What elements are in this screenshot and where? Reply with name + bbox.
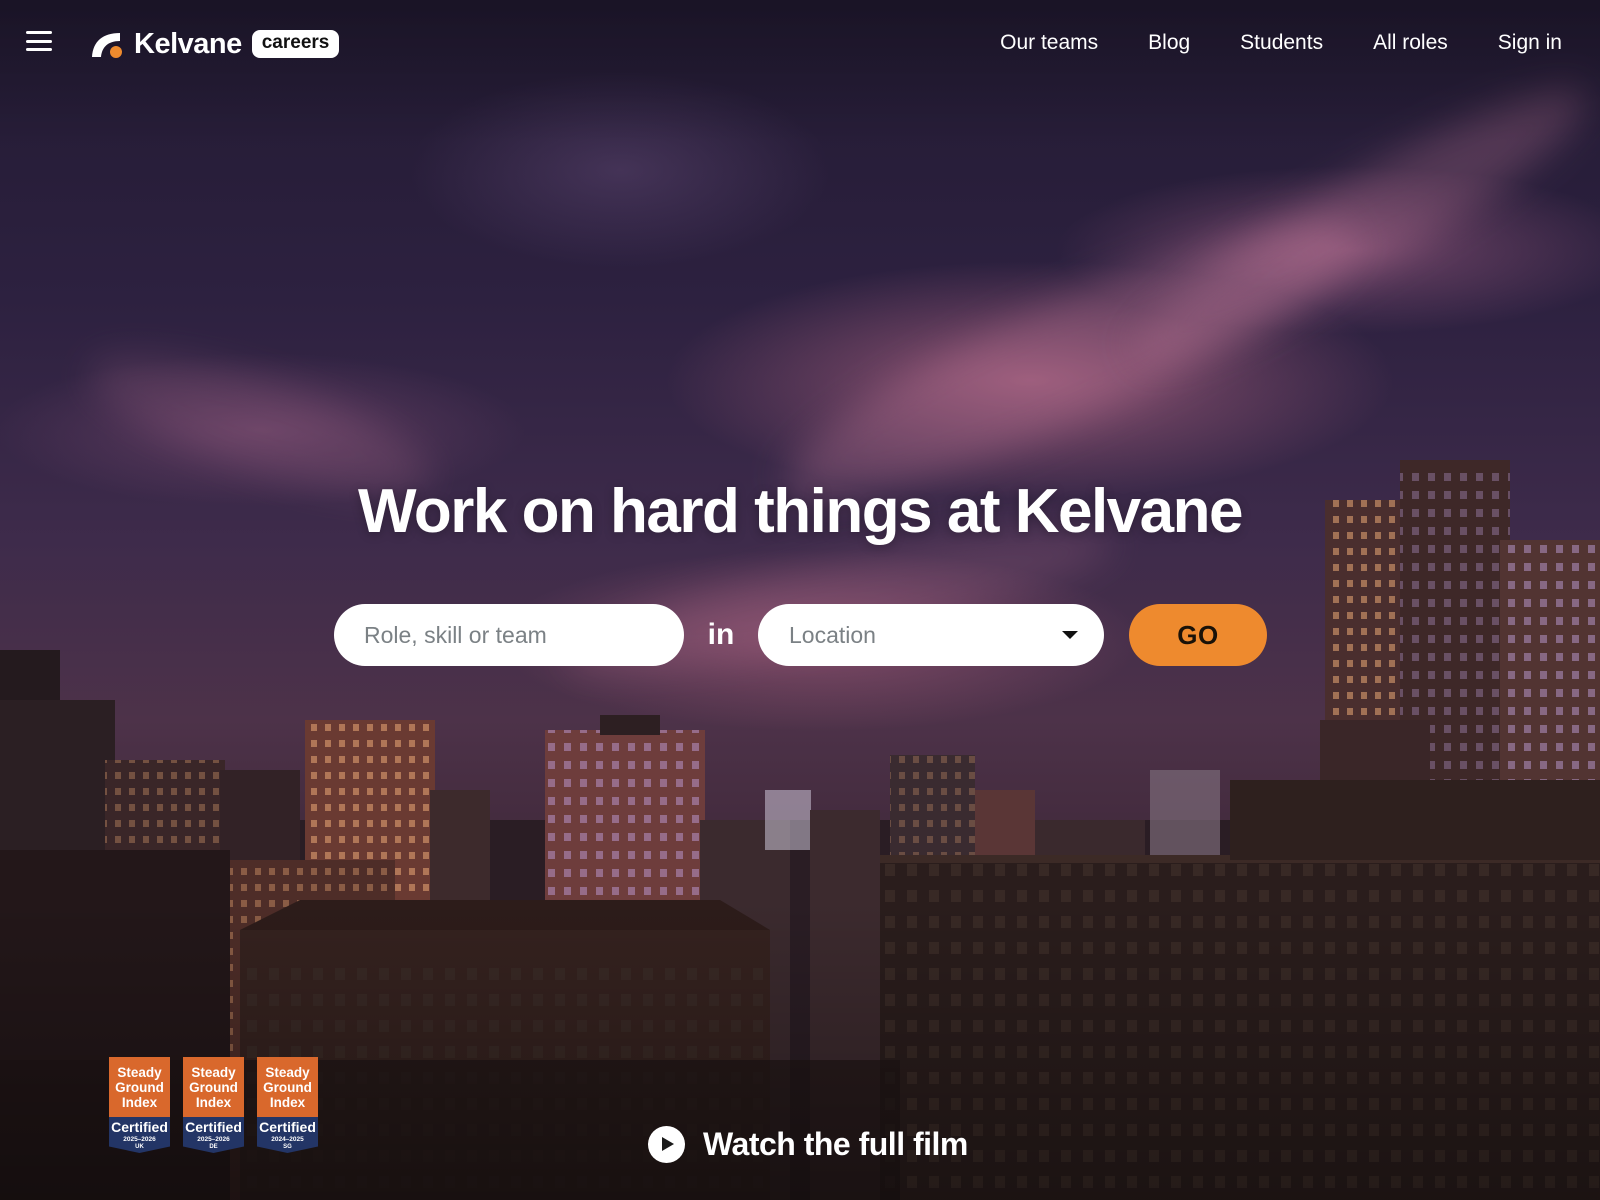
role-search-input[interactable] — [334, 604, 684, 666]
badge-line: Ground — [263, 1079, 312, 1095]
certification-badge[interactable]: Steady Ground Index Certified 2024–2025 … — [257, 1057, 318, 1153]
certification-badges: Steady Ground Index Certified 2025–2026 … — [109, 1057, 318, 1153]
certification-badge[interactable]: Steady Ground Index Certified 2025–2026 … — [183, 1057, 244, 1153]
badge-cert: Certified — [185, 1119, 242, 1135]
badge-line: Index — [195, 1094, 232, 1110]
badge-ribbon: Certified 2024–2025 SG — [257, 1117, 318, 1153]
badge-region: DE — [209, 1144, 218, 1150]
badge-title: Steady Ground Index — [257, 1057, 318, 1117]
badge-region: UK — [135, 1144, 144, 1150]
badge-line: Index — [269, 1094, 306, 1110]
hero-title: Work on hard things at Kelvane — [357, 477, 1244, 546]
nav-blog[interactable]: Blog — [1148, 28, 1190, 58]
badge-line: Ground — [189, 1079, 238, 1095]
vignette-overlay — [0, 0, 1600, 1200]
menu-line — [26, 31, 52, 34]
kelvane-logo-icon — [92, 33, 122, 58]
menu-line — [26, 39, 52, 43]
badge-line: Ground — [115, 1079, 164, 1095]
hamburger-menu-icon[interactable] — [26, 31, 52, 51]
brand-logo[interactable]: Kelvane careers — [90, 26, 340, 62]
nav-sign-in[interactable]: Sign in — [1498, 28, 1562, 58]
badge-line: Steady — [265, 1064, 310, 1080]
badge-region: SG — [283, 1144, 292, 1150]
brand-name: Kelvane — [134, 27, 242, 60]
badge-years: 2025–2026 — [197, 1136, 230, 1143]
job-search-form: in Location GO — [334, 604, 1267, 666]
badge-years: 2025–2026 — [123, 1136, 156, 1143]
caret-down-icon — [1062, 631, 1078, 639]
nav-our-teams[interactable]: Our teams — [1000, 28, 1098, 58]
location-dropdown[interactable]: Location — [758, 604, 1104, 666]
brand-tag: careers — [251, 30, 340, 58]
badge-ribbon: Certified 2025–2026 DE — [183, 1117, 244, 1153]
play-icon — [648, 1125, 685, 1163]
badge-cert: Certified — [259, 1119, 316, 1135]
in-connector-label: in — [707, 618, 735, 651]
certification-badge[interactable]: Steady Ground Index Certified 2025–2026 … — [109, 1057, 170, 1153]
site-header: Kelvane careers Our teams Blog Students … — [0, 0, 1600, 88]
hero-background — [0, 0, 1600, 1200]
watch-film-label: Watch the full film — [703, 1125, 968, 1162]
nav-all-roles[interactable]: All roles — [1373, 28, 1448, 58]
go-button[interactable]: GO — [1129, 604, 1267, 666]
badge-years: 2024–2025 — [271, 1136, 304, 1143]
badge-ribbon: Certified 2025–2026 UK — [109, 1117, 170, 1153]
watch-film-button[interactable]: Watch the full film — [648, 1124, 968, 1164]
badge-title: Steady Ground Index — [183, 1057, 244, 1117]
badge-line: Steady — [191, 1064, 236, 1080]
top-nav: Our teams Blog Students All roles Sign i… — [1000, 28, 1562, 58]
badge-line: Index — [121, 1094, 158, 1110]
badge-cert: Certified — [111, 1119, 168, 1135]
nav-students[interactable]: Students — [1240, 28, 1323, 58]
badge-title: Steady Ground Index — [109, 1057, 170, 1117]
location-placeholder: Location — [789, 621, 876, 648]
menu-line — [26, 48, 52, 51]
badge-line: Steady — [117, 1064, 162, 1080]
